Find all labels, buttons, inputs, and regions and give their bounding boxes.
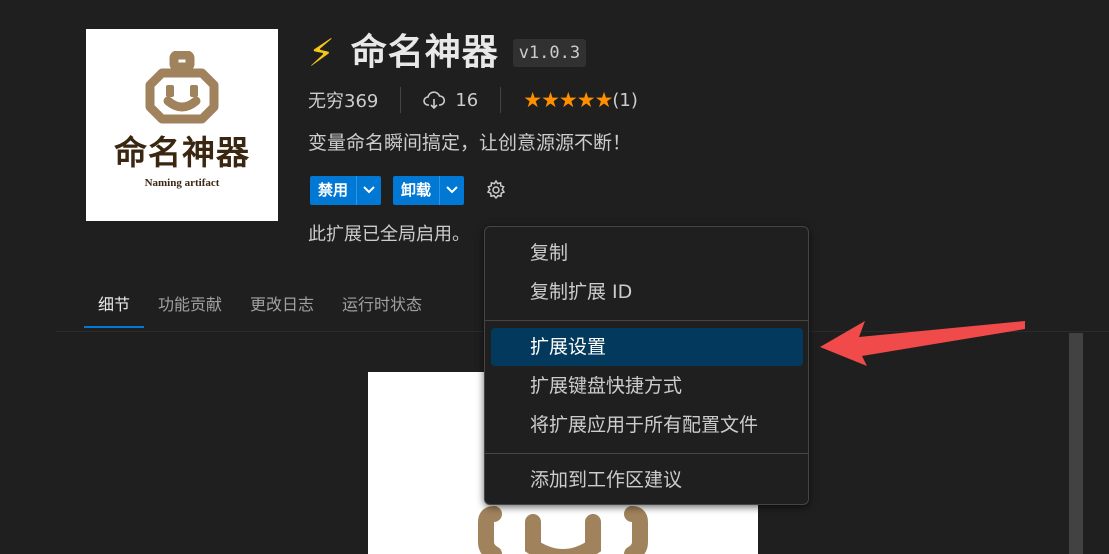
enabled-status: 此扩展已全局启用。 [308,224,470,245]
extension-logo: 命名神器 Naming artifact [86,29,278,221]
divider [400,87,402,113]
menu-item-apply-to-all-profiles[interactable]: 将扩展应用于所有配置文件 [491,406,803,444]
menu-item-add-to-workspace-recommendations[interactable]: 添加到工作区建议 [491,461,803,499]
logo-title: 命名神器 [114,133,250,172]
divider [500,87,502,113]
rating-count: (1) [612,89,638,111]
menu-item-extension-settings[interactable]: 扩展设置 [491,328,803,366]
gear-icon[interactable] [484,178,508,202]
tab-changelog[interactable]: 更改日志 [236,288,328,328]
uninstall-split-button: 卸载 [393,175,465,205]
menu-item-copy[interactable]: 复制 [491,234,803,272]
cloud-download-icon [423,90,446,110]
tab-runtime-status[interactable]: 运行时状态 [328,288,436,328]
annotation-arrow-icon [820,321,1025,366]
scrollbar[interactable] [1069,333,1083,554]
extension-description: 变量命名瞬间搞定，让创意源源不断！ [308,132,632,154]
uninstall-dropdown-button[interactable] [439,175,465,205]
lightning-bolt-icon: ⚡ [308,31,335,75]
tab-details[interactable]: 细节 [84,288,145,328]
extension-meta-row: 无穷369 16 ★★★★★ (1) [308,86,638,114]
chevron-down-icon [363,186,375,194]
rating-stars[interactable]: ★★★★★ [523,88,613,112]
tab-feature-contributions[interactable]: 功能贡献 [144,288,236,328]
robot-face-icon [145,51,219,124]
chevron-down-icon [446,186,458,194]
version-badge: v1.0.3 [512,39,587,67]
menu-separator [485,453,808,454]
extension-name: 命名神器 [350,32,499,73]
detail-tabs: 细节 功能贡献 更改日志 运行时状态 [84,288,436,328]
menu-separator [485,320,808,321]
disable-button[interactable]: 禁用 [310,175,357,205]
context-menu: 复制 复制扩展 ID 扩展设置 扩展键盘快捷方式 将扩展应用于所有配置文件 添加… [484,226,809,505]
disable-split-button: 禁用 [310,175,382,205]
disable-dropdown-button[interactable] [356,175,382,205]
publisher-link[interactable]: 无穷369 [308,87,378,113]
logo-subtitle: Naming artifact [144,177,220,189]
extension-title-row: ⚡ 命名神器 v1.0.3 [308,28,587,78]
menu-item-copy-extension-id[interactable]: 复制扩展 ID [491,273,803,311]
install-count: 16 [455,89,479,111]
uninstall-button[interactable]: 卸载 [393,175,440,205]
action-buttons: 禁用 卸载 [310,175,508,205]
menu-item-extension-keyboard-shortcuts[interactable]: 扩展键盘快捷方式 [491,367,803,405]
